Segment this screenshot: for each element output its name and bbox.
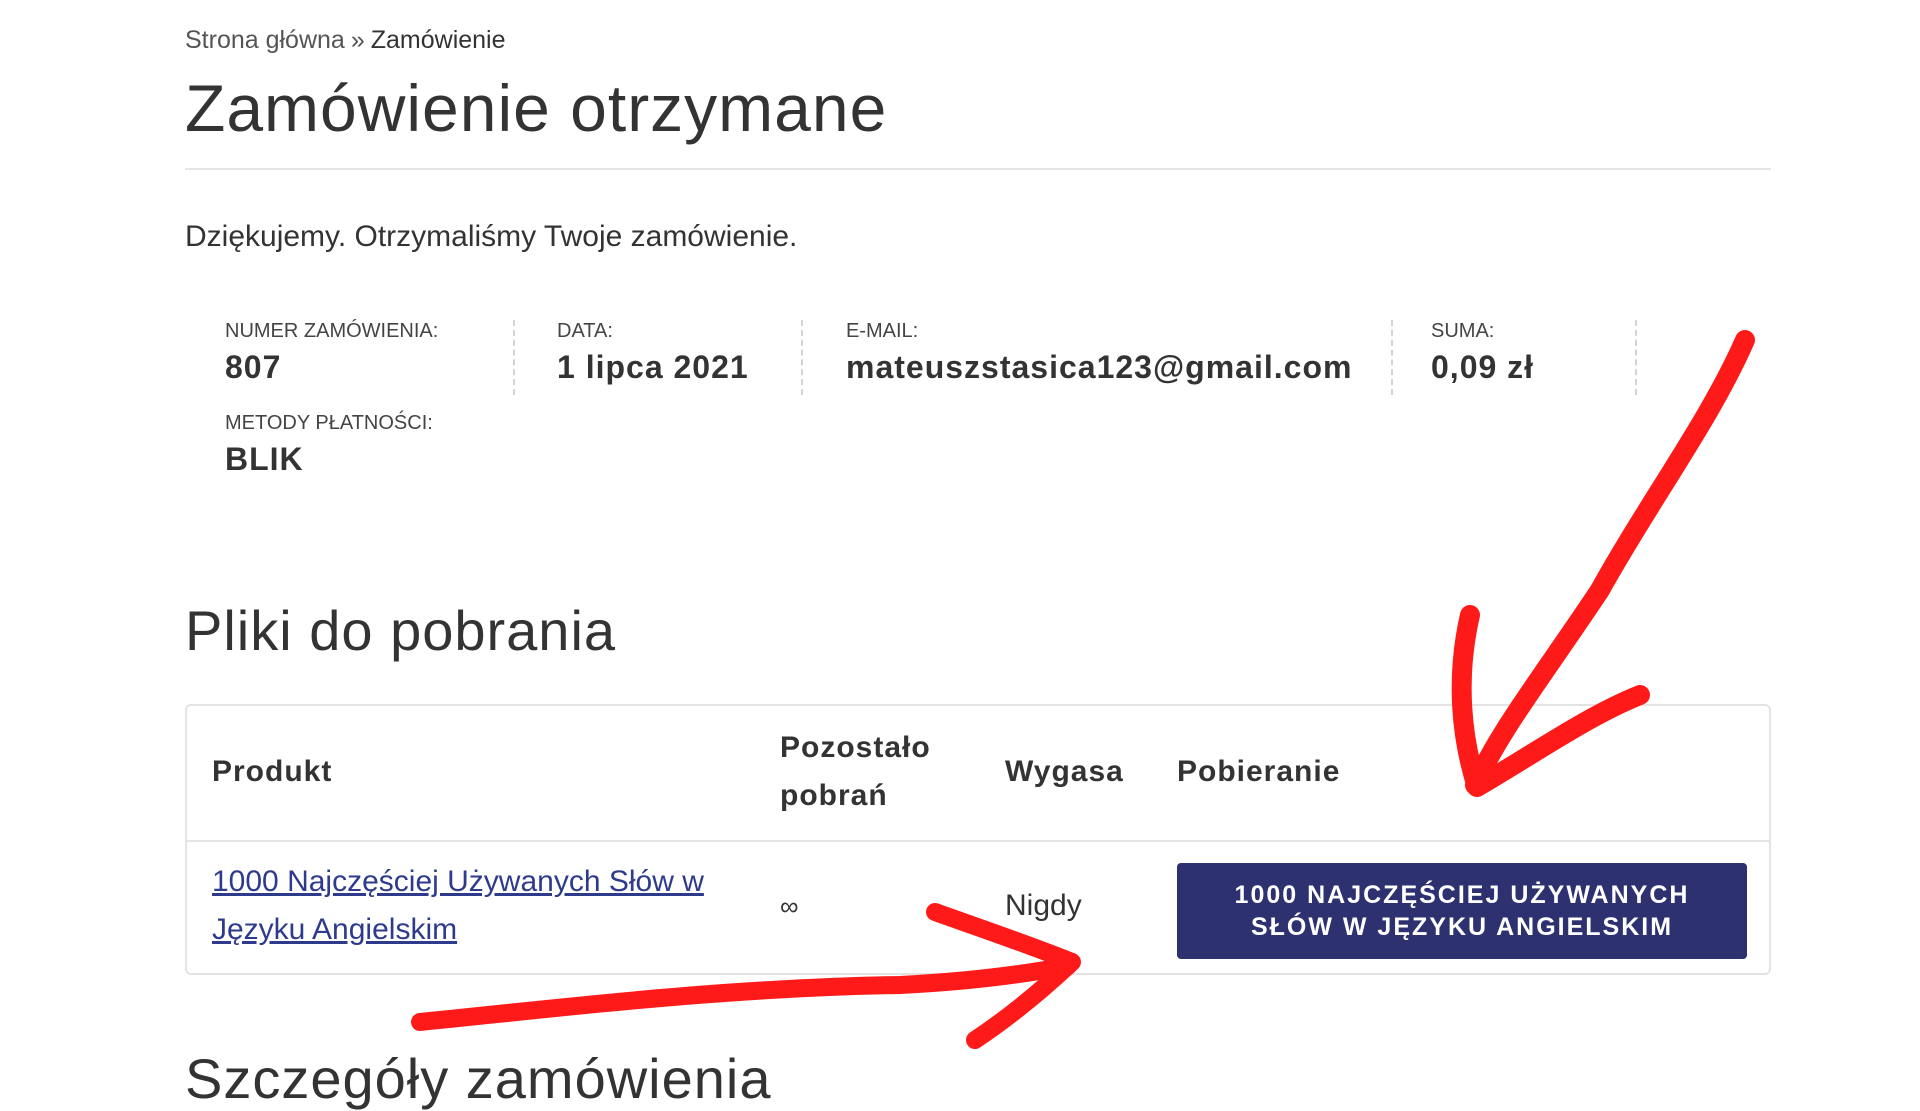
order-email-value: mateuszstasica123@gmail.com (846, 349, 1353, 385)
breadcrumb-home-link[interactable]: Strona główna (185, 26, 345, 54)
page-title: Zamówienie otrzymane (185, 71, 888, 145)
product-link[interactable]: 1000 Najczęściej Używanych Słów w Języku… (212, 858, 752, 954)
order-date-value: 1 lipca 2021 (557, 349, 749, 385)
title-divider (185, 168, 1771, 170)
order-date-item: DATA: 1 lipca 2021 (557, 320, 803, 395)
order-number-value: 807 (225, 349, 282, 385)
order-total-item: SUMA: 0,09 zł (1431, 320, 1637, 395)
download-file-button[interactable]: 1000 NAJCZĘŚCIEJ UŻYWANYCH SŁÓW W JĘZYKU… (1177, 863, 1747, 959)
order-date-label: DATA: (557, 320, 613, 342)
order-number-label: NUMER ZAMÓWIENIA: (225, 320, 439, 342)
column-header-product: Produkt (212, 755, 333, 788)
breadcrumb: Strona główna» Zamówienie (185, 26, 506, 55)
table-header-row: Produkt Pozostało pobrań Wygasa Pobieran… (187, 706, 1769, 842)
order-total-label: SUMA: (1431, 320, 1495, 342)
column-header-download: Pobieranie (1177, 755, 1341, 788)
table-row: 1000 Najczęściej Używanych Słów w Języku… (187, 842, 1769, 973)
order-email-item: E-MAIL: mateuszstasica123@gmail.com (846, 320, 1393, 395)
payment-method-value: BLIK (225, 441, 304, 477)
order-details-section-title: Szczegóły zamówienia (185, 1047, 772, 1110)
breadcrumb-current: Zamówienie (370, 26, 506, 54)
downloads-section-title: Pliki do pobrania (185, 599, 617, 662)
thank-you-message: Dziękujemy. Otrzymaliśmy Twoje zamówieni… (185, 220, 798, 253)
order-total-value: 0,09 zł (1431, 349, 1535, 385)
order-number-item: NUMER ZAMÓWIENIA: 807 (225, 320, 515, 395)
breadcrumb-separator: » (350, 26, 365, 54)
expires-value: Nigdy (1005, 889, 1082, 922)
order-email-label: E-MAIL: (846, 320, 919, 342)
remaining-downloads-value: ∞ (780, 891, 799, 921)
payment-method-label: METODY PŁATNOŚCI: (225, 412, 433, 434)
column-header-remaining: Pozostało pobrań (780, 731, 931, 812)
downloads-table: Produkt Pozostało pobrań Wygasa Pobieran… (185, 704, 1771, 975)
payment-method-item: METODY PŁATNOŚCI: BLIK (225, 412, 525, 487)
column-header-expires: Wygasa (1005, 755, 1124, 788)
